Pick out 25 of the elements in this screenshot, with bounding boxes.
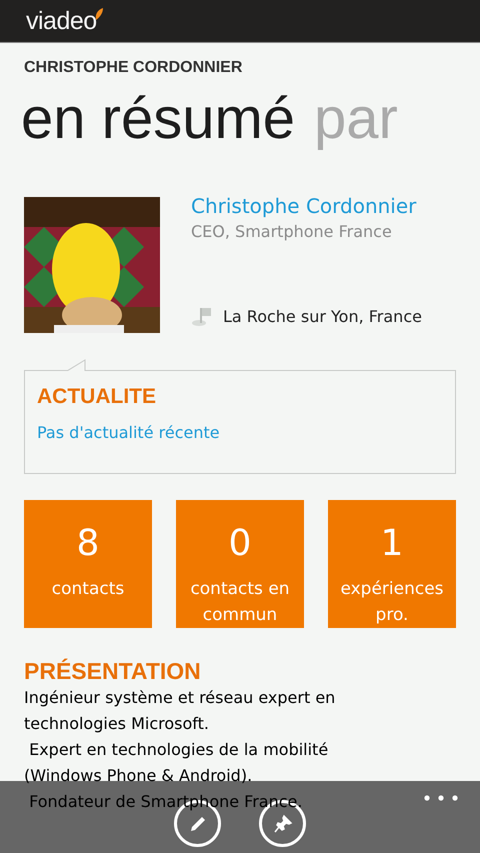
tile-label: contacts <box>50 578 126 601</box>
pivot-header[interactable]: en résumé <box>21 83 296 165</box>
section-title: PRÉSENTATION <box>24 658 202 685</box>
tile-label: expériences pro. <box>339 578 445 627</box>
news-text: Pas d'actualité récente <box>37 423 221 442</box>
profile-position: CEO, Smartphone France <box>191 222 393 241</box>
tile-count: 8 <box>76 522 100 566</box>
presentation-text: Expert en technologies de la mobilité (Windows Phone & Android). <box>24 739 330 787</box>
stat-tile[interactable]: 1 expériences pro. <box>328 500 456 628</box>
tile-count: 1 <box>380 522 404 566</box>
logo: viadeo <box>26 6 97 36</box>
more-icon[interactable] <box>424 795 458 801</box>
pivot-header[interactable]: par <box>314 83 398 165</box>
profile-title: CHRISTOPHE CORDONNIER <box>24 59 244 77</box>
location-text: La Roche sur Yon, France <box>223 306 422 326</box>
stat-tile[interactable]: 0 contacts en commun <box>176 500 304 628</box>
profile-name[interactable]: Christophe Cordonnier <box>191 194 422 218</box>
pushpin-icon <box>272 814 292 834</box>
stat-tile[interactable]: 8 contacts <box>24 500 152 628</box>
tile-count: 0 <box>228 522 252 566</box>
tile-label: contacts en commun <box>189 578 291 627</box>
flag-icon <box>191 305 213 327</box>
presentation-text: Ingénieur système et réseau expert en technologies Microsoft. <box>24 687 336 735</box>
news-title: ACTUALITE <box>37 385 157 409</box>
presentation-text: Fondateur de Smartphone France. <box>28 791 304 813</box>
